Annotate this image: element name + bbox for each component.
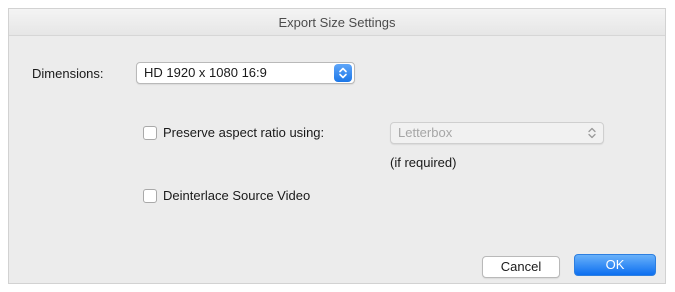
dimensions-popup[interactable]: HD 1920 x 1080 16:9 [136,62,355,84]
aspect-method-popup[interactable]: Letterbox [390,122,604,144]
preserve-aspect-checkbox[interactable] [143,126,157,140]
up-down-chevron-icon [583,124,601,142]
if-required-note: (if required) [390,155,457,170]
up-down-chevron-icon [334,64,352,82]
deinterlace-checkbox[interactable] [143,189,157,203]
dimensions-label: Dimensions: [32,66,104,81]
dimensions-value: HD 1920 x 1080 16:9 [144,65,267,80]
aspect-method-value: Letterbox [398,125,453,140]
title-bar[interactable]: Export Size Settings [9,9,665,36]
preserve-aspect-label: Preserve aspect ratio using: [163,125,325,140]
ok-button[interactable]: OK [574,254,656,276]
dialog-title: Export Size Settings [278,15,396,30]
export-size-settings-dialog: Export Size Settings Dimensions: HD 1920… [8,8,666,284]
deinterlace-label: Deinterlace Source Video [163,188,311,203]
cancel-button[interactable]: Cancel [482,256,560,278]
